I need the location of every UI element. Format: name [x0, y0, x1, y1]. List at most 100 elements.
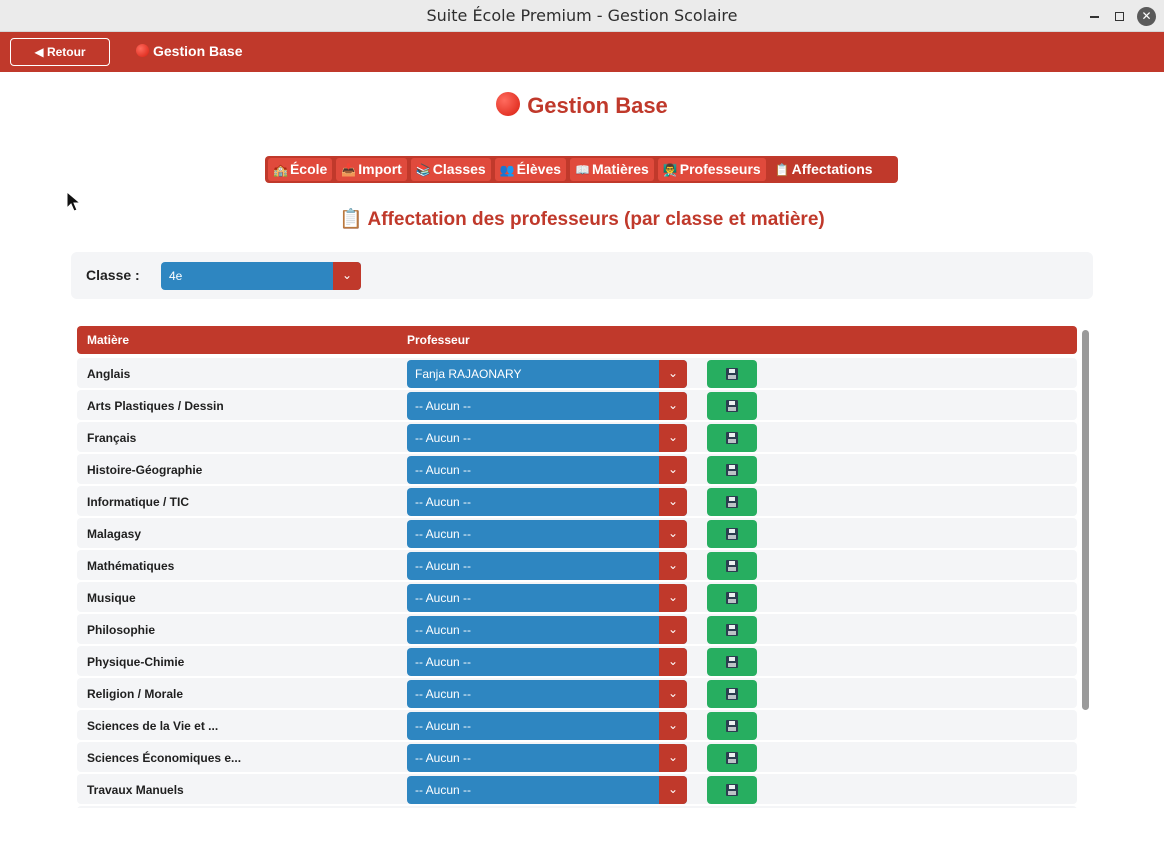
teacher-select-value: -- Aucun -- — [415, 719, 472, 733]
subject-name: Sciences de la Vie et ... — [87, 719, 219, 733]
teacher-select[interactable]: Fanja RAJAONARY ⌄ — [407, 360, 687, 388]
teacher-select[interactable]: -- Aucun -- ⌄ — [407, 552, 687, 580]
chevron-down-icon: ⌄ — [659, 648, 687, 676]
table-row: Informatique / TIC -- Aucun -- ⌄ — [77, 486, 1077, 516]
table-row: Histoire-Géographie -- Aucun -- ⌄ — [77, 454, 1077, 484]
floppy-disk-icon — [726, 431, 738, 444]
chevron-down-icon: ⌄ — [333, 262, 361, 290]
floppy-disk-icon — [726, 751, 738, 764]
table-row: Religion / Morale -- Aucun -- ⌄ — [77, 678, 1077, 708]
red-circle-icon — [136, 44, 149, 57]
window-title: Suite École Premium - Gestion Scolaire — [426, 6, 738, 25]
teacher-select[interactable]: -- Aucun -- ⌄ — [407, 744, 687, 772]
teacher-select-value: -- Aucun -- — [415, 751, 472, 765]
teacher-select-value: -- Aucun -- — [415, 527, 472, 541]
column-header-matiere: Matière — [87, 333, 130, 347]
tab-ecole[interactable]: 🏫 École — [268, 158, 333, 181]
clipboard-icon: 📋 — [774, 163, 790, 177]
floppy-disk-icon — [726, 655, 738, 668]
tab-label: École — [289, 161, 328, 177]
subject-name: Sciences Économiques e... — [87, 751, 242, 765]
table-row: Physique-Chimie -- Aucun -- ⌄ — [77, 646, 1077, 676]
tab-label: Matières — [592, 161, 649, 177]
table-row: Philosophie -- Aucun -- ⌄ — [77, 614, 1077, 644]
subject-name: Religion / Morale — [87, 687, 184, 701]
subject-name: Anglais — [87, 367, 131, 381]
teacher-select-value: -- Aucun -- — [415, 687, 472, 701]
chevron-down-icon: ⌄ — [659, 776, 687, 804]
chevron-down-icon: ⌄ — [659, 456, 687, 484]
teacher-select-value: -- Aucun -- — [415, 559, 472, 573]
vertical-scrollbar[interactable] — [1082, 330, 1089, 710]
class-select[interactable]: 4e ⌄ — [161, 262, 361, 290]
save-button[interactable] — [707, 456, 757, 484]
teacher-select[interactable]: -- Aucun -- ⌄ — [407, 776, 687, 804]
save-button[interactable] — [707, 424, 757, 452]
teacher-select-value: -- Aucun -- — [415, 431, 472, 445]
minimize-icon[interactable] — [1084, 6, 1104, 26]
subject-name: Informatique / TIC — [87, 495, 189, 509]
teacher-select[interactable]: -- Aucun -- ⌄ — [407, 456, 687, 484]
chevron-down-icon: ⌄ — [659, 680, 687, 708]
save-button[interactable] — [707, 584, 757, 612]
class-select-value: 4e — [169, 269, 183, 283]
table-row: Français -- Aucun -- ⌄ — [77, 422, 1077, 452]
save-button[interactable] — [707, 616, 757, 644]
floppy-disk-icon — [726, 623, 738, 636]
save-button[interactable] — [707, 552, 757, 580]
save-button[interactable] — [707, 680, 757, 708]
teacher-select[interactable]: -- Aucun -- ⌄ — [407, 392, 687, 420]
teacher-select[interactable]: -- Aucun -- ⌄ — [407, 680, 687, 708]
teacher-select[interactable]: -- Aucun -- ⌄ — [407, 520, 687, 548]
table-row: Travaux Manuels -- Aucun -- ⌄ — [77, 774, 1077, 804]
save-button[interactable] — [707, 520, 757, 548]
window-titlebar: Suite École Premium - Gestion Scolaire ✕ — [0, 0, 1164, 32]
maximize-icon[interactable] — [1109, 6, 1129, 26]
tab-classes[interactable]: 📚 Classes — [410, 158, 491, 181]
floppy-disk-icon — [726, 463, 738, 476]
save-button[interactable] — [707, 648, 757, 676]
close-icon[interactable]: ✕ — [1137, 7, 1156, 26]
save-button[interactable] — [707, 392, 757, 420]
chevron-down-icon: ⌄ — [659, 520, 687, 548]
chevron-down-icon: ⌄ — [659, 584, 687, 612]
floppy-disk-icon — [726, 783, 738, 796]
teacher-select-value: -- Aucun -- — [415, 463, 472, 477]
teacher-select[interactable]: -- Aucun -- ⌄ — [407, 424, 687, 452]
teacher-select[interactable]: -- Aucun -- ⌄ — [407, 712, 687, 740]
table-row: Arts Plastiques / Dessin -- Aucun -- ⌄ — [77, 390, 1077, 420]
teacher-select[interactable]: -- Aucun -- ⌄ — [407, 616, 687, 644]
subject-name: Malagasy — [87, 527, 142, 541]
save-button[interactable] — [707, 712, 757, 740]
teacher-select[interactable]: -- Aucun -- ⌄ — [407, 488, 687, 516]
tab-professeurs[interactable]: 👨‍🏫 Professeurs — [657, 158, 766, 181]
chevron-down-icon: ⌄ — [659, 360, 687, 388]
teacher-select[interactable]: -- Aucun -- ⌄ — [407, 584, 687, 612]
save-button[interactable] — [707, 776, 757, 804]
floppy-disk-icon — [726, 399, 738, 412]
red-circle-icon — [496, 92, 521, 116]
tab-matieres[interactable]: 📖 Matières — [570, 158, 654, 181]
save-button[interactable] — [707, 488, 757, 516]
tab-label: Affectations — [791, 161, 873, 177]
books-icon: 📚 — [415, 163, 431, 177]
tab-import[interactable]: 📥 Import — [336, 158, 407, 181]
tab-label: Classes — [432, 161, 486, 177]
teacher-select-value: -- Aucun -- — [415, 655, 472, 669]
tab-label: Import — [358, 161, 402, 177]
save-button[interactable] — [707, 744, 757, 772]
assignment-table-body: Anglais Fanja RAJAONARY ⌄ Arts Plastiques… — [77, 358, 1077, 808]
subject-name: Philosophie — [87, 623, 156, 637]
mouse-cursor-icon — [66, 191, 82, 212]
floppy-disk-icon — [726, 367, 738, 380]
back-button[interactable]: ◀ Retour — [10, 38, 110, 66]
tab-affectations[interactable]: 📋 Affectations — [769, 158, 878, 181]
tab-eleves[interactable]: 👥 Élèves — [494, 158, 567, 181]
save-button[interactable] — [707, 360, 757, 388]
class-filter-card: Classe : 4e ⌄ — [71, 252, 1093, 299]
subject-name: Français — [87, 431, 137, 445]
page-title: Gestion Base — [0, 92, 1164, 119]
teacher-select[interactable]: -- Aucun -- ⌄ — [407, 648, 687, 676]
app-header: ◀ Retour Gestion Base — [0, 32, 1164, 72]
subject-name: Travaux Manuels — [87, 783, 184, 797]
